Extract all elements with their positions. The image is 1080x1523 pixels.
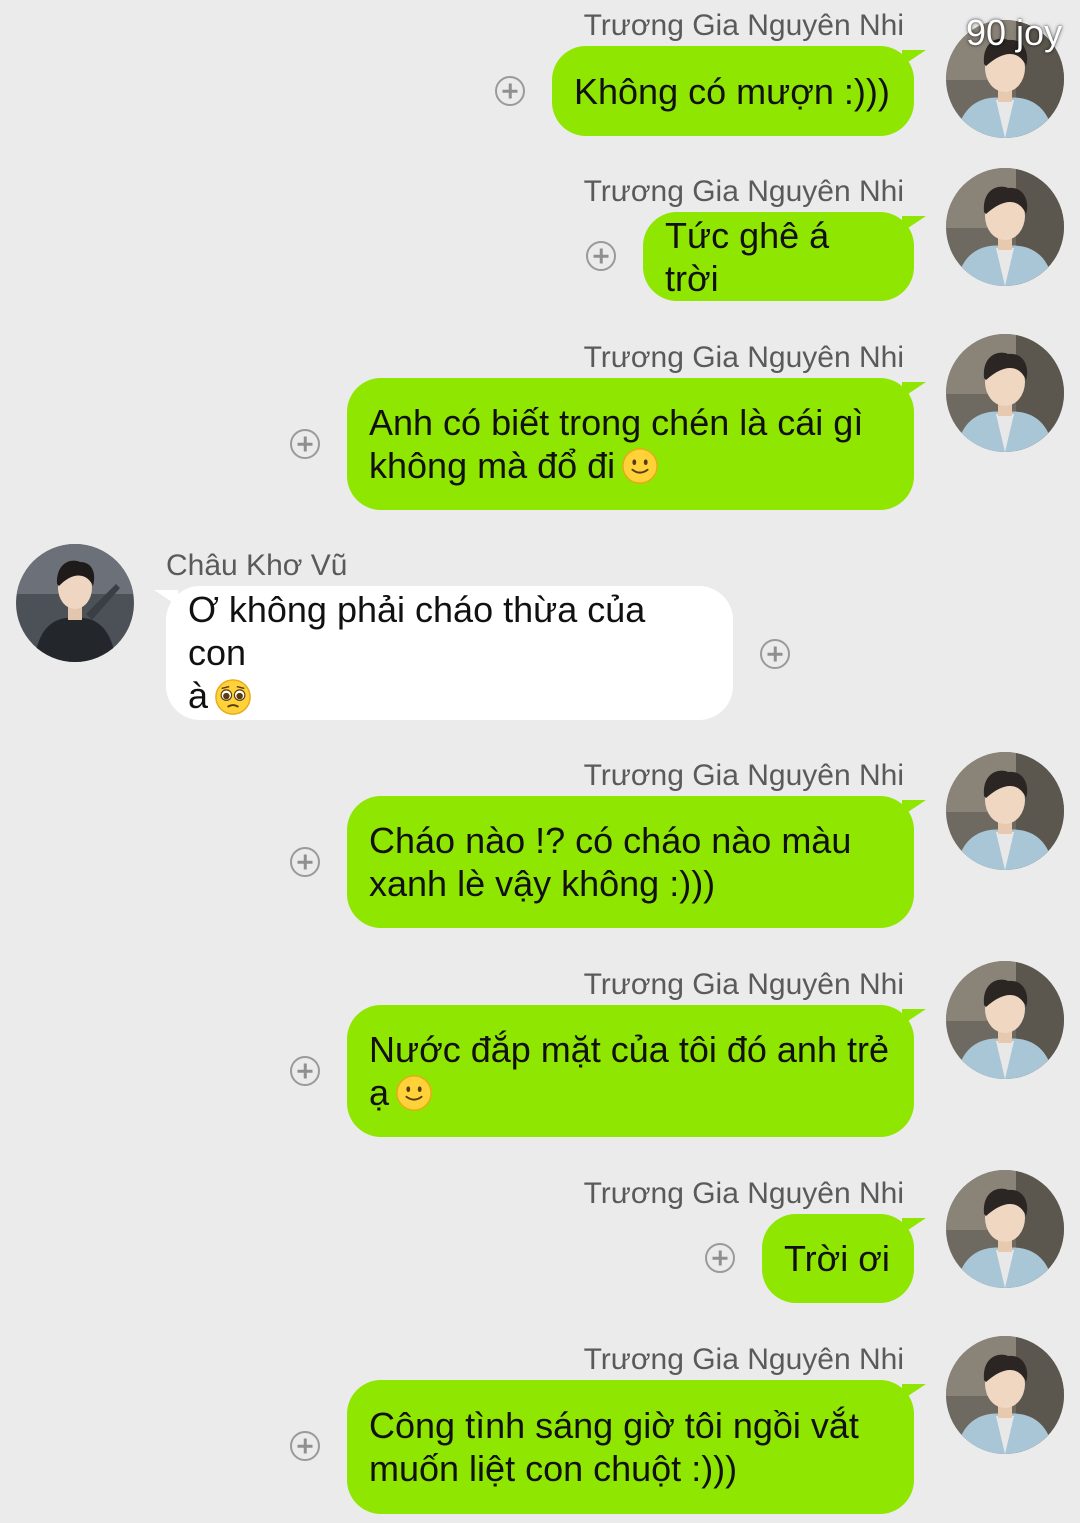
sender-name: Trương Gia Nguyên Nhi [583,9,904,42]
message-text: Anh có biết trong chén là cái gì không m… [369,401,864,486]
message-bubble[interactable]: Nước đắp mặt của tôi đó anh trẻ ạ [347,1005,926,1137]
sender-name: Trương Gia Nguyên Nhi [583,1177,904,1210]
sender-name: Trương Gia Nguyên Nhi [583,1343,904,1376]
pleading-face-emoji [214,678,252,716]
sender-name: Trương Gia Nguyên Nhi [583,175,904,208]
message-bubble[interactable]: Trời ơi [762,1214,926,1303]
message-bubble[interactable]: Cháo nào !? có cháo nào màu xanh lè vậy … [347,796,926,928]
avatar-self[interactable] [946,752,1064,870]
message-bubble[interactable]: Ơ không phải cháo thừa của con à [154,586,733,720]
sender-name: Trương Gia Nguyên Nhi [583,968,904,1001]
chat-thread[interactable]: Trương Gia Nguyên Nhi Không có mượn :)))… [0,0,1080,1523]
sender-name: Châu Khơ Vũ [166,549,348,582]
add-reaction-icon[interactable] [290,429,320,459]
avatar-self[interactable] [946,961,1064,1079]
sender-name: Trương Gia Nguyên Nhi [583,759,904,792]
watermark: 90 joy [966,12,1063,53]
slightly-smiling-face-emoji [395,1074,433,1112]
message-text: Tức ghê á trời [665,214,830,299]
add-reaction-icon[interactable] [586,241,616,271]
add-reaction-icon[interactable] [290,847,320,877]
avatar-self[interactable] [946,334,1064,452]
sender-name: Trương Gia Nguyên Nhi [583,341,904,374]
avatar-other[interactable] [16,544,134,662]
message-bubble[interactable]: Tức ghê á trời [643,212,926,301]
add-reaction-icon[interactable] [290,1431,320,1461]
message-text: Trời ơi [784,1238,890,1279]
message-bubble[interactable]: Không có mượn :))) [552,46,926,136]
message-text: Ơ không phải cháo thừa của con à [188,589,646,717]
message-text: Không có mượn :))) [574,70,890,112]
avatar-self[interactable] [946,168,1064,286]
message-text: Cháo nào !? có cháo nào màu xanh lè vậy … [369,820,852,904]
add-reaction-icon[interactable] [495,76,525,106]
avatar-self[interactable] [946,1170,1064,1288]
message-text: Công tình sáng giờ tôi ngồi vắt muốn liệ… [369,1405,859,1489]
add-reaction-icon[interactable] [290,1056,320,1086]
add-reaction-icon[interactable] [760,639,790,669]
slightly-smiling-face-emoji [621,447,659,485]
message-bubble[interactable]: Anh có biết trong chén là cái gì không m… [347,378,926,510]
message-bubble[interactable]: Công tình sáng giờ tôi ngồi vắt muốn liệ… [347,1380,926,1514]
add-reaction-icon[interactable] [705,1243,735,1273]
message-text: Nước đắp mặt của tôi đó anh trẻ ạ [369,1028,889,1113]
avatar-self[interactable] [946,1336,1064,1454]
